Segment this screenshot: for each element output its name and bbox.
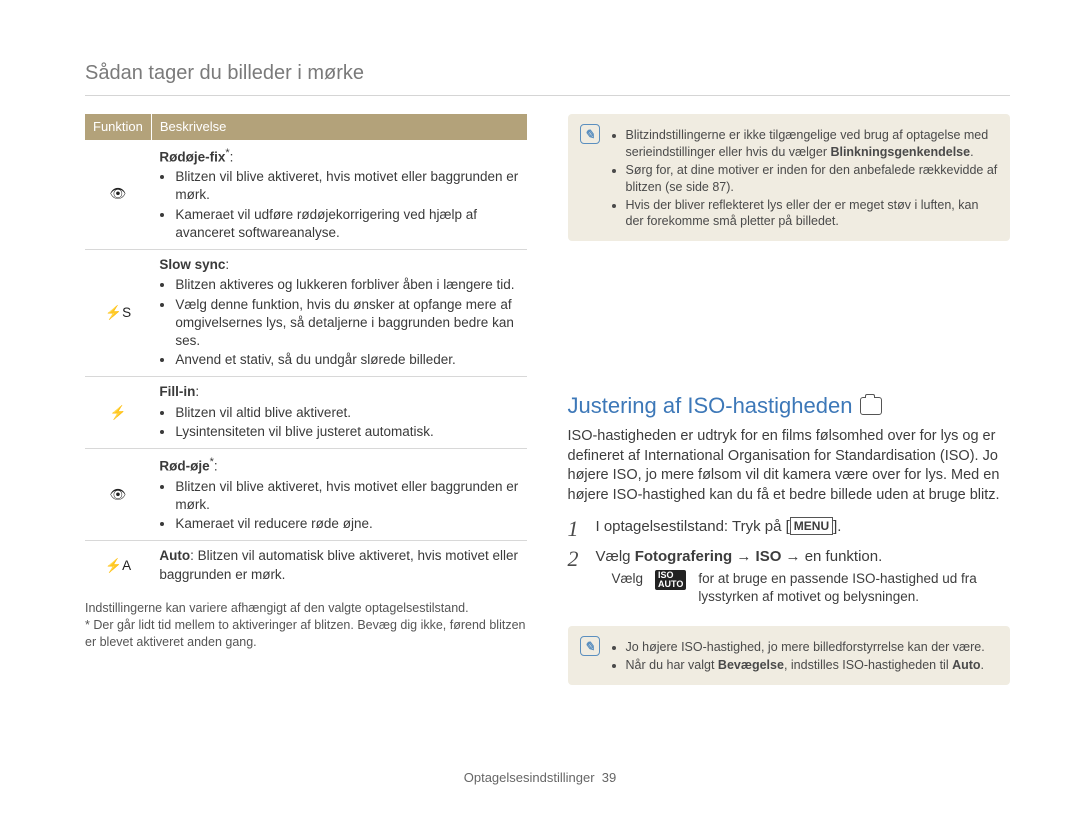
bold-term: Auto [952, 658, 980, 672]
page-title: Sådan tager du billeder i mørke [85, 60, 1010, 87]
list-item: Lysintensiteten vil blive justeret autom… [175, 423, 519, 441]
list-item: Hvis der bliver reflekteret lys eller de… [626, 197, 999, 231]
step-body: I optagelsestilstand: Tryk på [MENU]. [596, 517, 1011, 537]
step-number: 1 [568, 517, 584, 541]
iso-auto-chip: ISOAUTO [655, 570, 686, 590]
row-description: Rødøje-fix*: Blitzen vil blive aktiveret… [151, 140, 527, 250]
list-item: Vælg ISOAUTO for at bruge en passende IS… [612, 570, 1011, 606]
right-column: ✎ Blitzindstillingerne er ikke tilgængel… [568, 114, 1011, 705]
step-body: Vælg Fotografering → ISO → en funktion. … [596, 547, 1011, 612]
row-bullets: Blitzen vil blive aktiveret, hvis motive… [159, 168, 519, 242]
note-icon: ✎ [580, 124, 600, 144]
note-list: Blitzindstillingerne er ikke tilgængelig… [610, 126, 999, 231]
footer-label: Optagelsesindstillinger [464, 770, 595, 785]
page-footer: Optagelsesindstillinger 39 [0, 769, 1080, 787]
menu-button-chip: MENU [790, 517, 833, 535]
list-item: Kameraet vil udføre rødøjekorrigering ve… [175, 206, 519, 242]
table-row: ⚡ Fill-in: Blitzen vil altid blive aktiv… [85, 377, 527, 449]
bold-term: Bevægelse [718, 658, 784, 672]
fill-in-icon: ⚡ [85, 377, 151, 449]
row-title: Auto [159, 548, 190, 563]
auto-flash-icon: ⚡A [85, 541, 151, 590]
row-description: Auto: Blitzen vil automatisk blive aktiv… [151, 541, 527, 590]
list-item: Anvend et stativ, så du undgår slørede b… [175, 351, 519, 369]
row-description: Fill-in: Blitzen vil altid blive aktiver… [151, 377, 527, 449]
bold-term: Blinkningsgenkendelse [830, 145, 970, 159]
bold-term: Fotografering [635, 548, 733, 565]
note-box-top: ✎ Blitzindstillingerne er ikke tilgængel… [568, 114, 1011, 241]
row-description: Slow sync: Blitzen aktiveres og lukkeren… [151, 250, 527, 377]
list-item: Blitzen aktiveres og lukkeren forbliver … [175, 276, 519, 294]
row-description: Rød-øje*: Blitzen vil blive aktiveret, h… [151, 449, 527, 541]
list-item: Når du har valgt Bevægelse, indstilles I… [626, 657, 985, 674]
function-table: Funktion Beskrivelse 👁 Rødøje-fix*: Blit… [85, 114, 528, 590]
list-item: Sørg for, at dine motiver er inden for d… [626, 162, 999, 196]
divider [85, 95, 1010, 96]
table-row: 👁 Rødøje-fix*: Blitzen vil blive aktiver… [85, 140, 527, 250]
redeye-icon: 👁 [85, 449, 151, 541]
list-item: Vælg denne funktion, hvis du ønsker at o… [175, 296, 519, 351]
redeye-fix-icon: 👁 [85, 140, 151, 250]
step-number: 2 [568, 547, 584, 571]
row-title: Fill-in [159, 384, 195, 399]
row-title: Rød-øje [159, 459, 209, 474]
manual-page: Sådan tager du billeder i mørke Funktion… [0, 0, 1080, 815]
footnote: * Der går lidt tid mellem to aktiveringe… [85, 617, 528, 651]
bold-term: ISO [756, 548, 782, 565]
note-list: Jo højere ISO-hastighed, jo mere billedf… [610, 638, 985, 675]
th-description: Beskrivelse [151, 114, 527, 140]
table-row: ⚡S Slow sync: Blitzen aktiveres og lukke… [85, 250, 527, 377]
section-title-text: Justering af ISO-hastigheden [568, 391, 853, 421]
step: 1 I optagelsestilstand: Tryk på [MENU]. [568, 517, 1011, 541]
list-item: Kameraet vil reducere røde øjne. [175, 515, 519, 533]
camera-mode-icon [860, 397, 882, 415]
footnote: Indstillingerne kan variere afhængigt af… [85, 600, 528, 617]
row-title: Slow sync [159, 257, 225, 272]
section-paragraph: ISO-hastigheden er udtryk for en films f… [568, 427, 1011, 505]
table-footnotes: Indstillingerne kan variere afhængigt af… [85, 600, 528, 651]
list-item: Blitzen vil blive aktiveret, hvis motive… [175, 478, 519, 514]
section-heading: Justering af ISO-hastigheden [568, 391, 1011, 421]
step-list: 1 I optagelsestilstand: Tryk på [MENU]. … [568, 517, 1011, 612]
list-item: Blitzen vil altid blive aktiveret. [175, 404, 519, 422]
table-row: 👁 Rød-øje*: Blitzen vil blive aktiveret,… [85, 449, 527, 541]
note-box-bottom: ✎ Jo højere ISO-hastighed, jo mere bille… [568, 626, 1011, 685]
step: 2 Vælg Fotografering → ISO → en funktion… [568, 547, 1011, 612]
footer-page-number: 39 [602, 770, 616, 785]
th-function: Funktion [85, 114, 151, 140]
two-column-layout: Funktion Beskrivelse 👁 Rødøje-fix*: Blit… [85, 114, 1010, 705]
slow-sync-icon: ⚡S [85, 250, 151, 377]
left-column: Funktion Beskrivelse 👁 Rødøje-fix*: Blit… [85, 114, 528, 705]
note-icon: ✎ [580, 636, 600, 656]
list-item: Jo højere ISO-hastighed, jo mere billedf… [626, 639, 985, 656]
list-item: Blitzen vil blive aktiveret, hvis motive… [175, 168, 519, 204]
table-row: ⚡A Auto: Blitzen vil automatisk blive ak… [85, 541, 527, 590]
row-title: Rødøje-fix [159, 149, 225, 164]
step-sub-bullets: Vælg ISOAUTO for at bruge en passende IS… [596, 570, 1011, 606]
list-item: Blitzindstillingerne er ikke tilgængelig… [626, 127, 999, 161]
